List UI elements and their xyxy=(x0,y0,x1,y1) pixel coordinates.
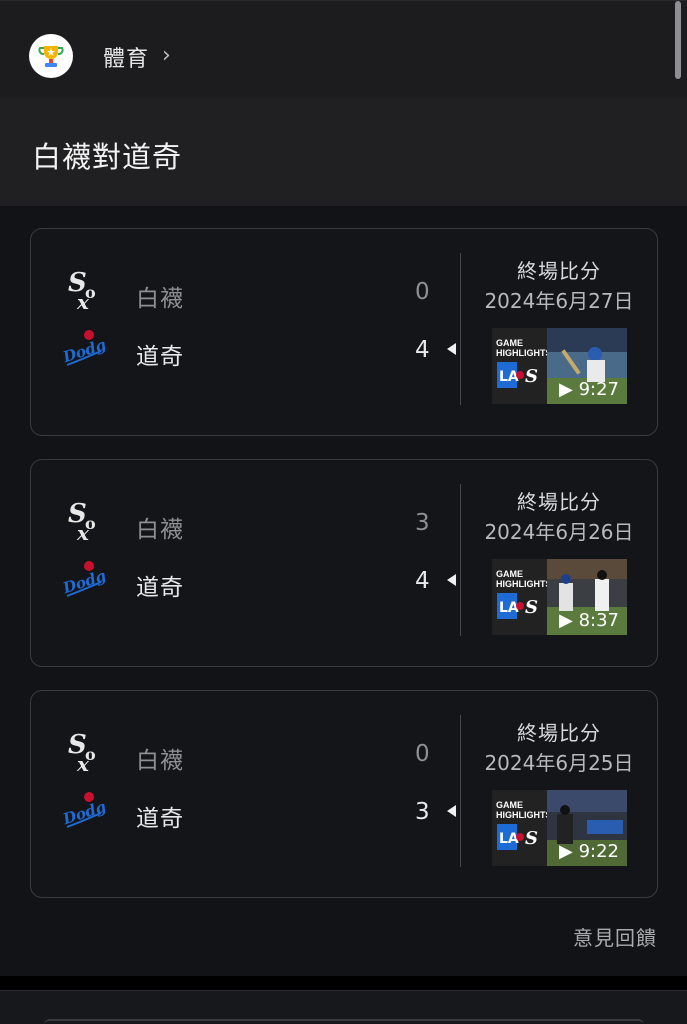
video-duration: ▶ 9:27 xyxy=(559,379,619,400)
svg-text:Dodgers: Dodgers xyxy=(61,327,105,366)
highlight-video-thumbnail[interactable]: GAME HIGHLIGHTS LA S ▶ 8:37 xyxy=(492,559,627,635)
matchup-logos-icon: LA S xyxy=(497,824,538,850)
white-sox-logo: S x o xyxy=(68,730,96,775)
svg-text:LA: LA xyxy=(499,369,519,385)
home-team-score: 3 xyxy=(415,799,430,825)
section-separator xyxy=(0,976,687,990)
away-team-score: 0 xyxy=(415,741,430,767)
away-team-score: 3 xyxy=(415,510,430,536)
white-sox-logo: S x o xyxy=(68,268,96,313)
svg-text:S: S xyxy=(525,828,538,849)
next-card-outline xyxy=(44,1019,644,1024)
game-date: 2024年6月26日 xyxy=(484,520,634,544)
highlight-label: GAME HIGHLIGHTS xyxy=(496,338,552,358)
game-date: 2024年6月27日 xyxy=(484,289,634,313)
svg-text:Dodgers: Dodgers xyxy=(61,789,105,828)
highlight-label: GAME HIGHLIGHTS xyxy=(496,569,552,589)
game-status: 終場比分 xyxy=(517,721,601,745)
away-team-score: 0 xyxy=(415,279,430,305)
highlight-video-thumbnail[interactable]: GAME HIGHLIGHTS LA S ▶ 9:27 xyxy=(492,328,627,404)
game-status: 終場比分 xyxy=(517,490,601,514)
game-card[interactable]: S x o 白襪 0 Dodgers 道奇 4 終場比分 2024年6月27日 … xyxy=(30,228,658,436)
dodgers-logo: Dodgers xyxy=(61,789,105,828)
svg-text:S: S xyxy=(525,597,538,618)
chevron-right-icon[interactable]: › xyxy=(162,43,171,68)
game-card[interactable]: S x o 白襪 3 Dodgers 道奇 4 終場比分 2024年6月26日 … xyxy=(30,459,658,667)
feedback-link[interactable]: 意見回饋 xyxy=(573,922,657,951)
svg-text:o: o xyxy=(85,514,96,533)
trophy-icon xyxy=(29,34,73,78)
svg-text:LA: LA xyxy=(499,831,519,847)
matchup-logos-icon: LA S xyxy=(497,593,538,619)
highlight-label: GAME HIGHLIGHTS xyxy=(496,800,552,820)
game-card[interactable]: S x o 白襪 0 Dodgers 道奇 3 終場比分 2024年6月25日 … xyxy=(30,690,658,898)
white-sox-logo: S x o xyxy=(68,499,96,544)
home-team-name: 道奇 xyxy=(136,344,184,370)
category-link[interactable]: 體育 xyxy=(103,41,149,73)
dodgers-logo: Dodgers xyxy=(61,558,105,597)
winner-marker-icon xyxy=(447,805,456,817)
sports-results-screen: 體育 › 白襪對道奇 S x o 白襪 0 Dodgers 道奇 4 終場比分 … xyxy=(0,0,687,1024)
svg-text:LA: LA xyxy=(499,600,519,616)
home-team-score: 4 xyxy=(415,337,430,363)
title-bar: 白襪對道奇 xyxy=(0,98,687,206)
away-team-name: 白襪 xyxy=(136,517,184,543)
matchup-logos-icon: LA S xyxy=(497,362,538,388)
highlight-video-thumbnail[interactable]: GAME HIGHLIGHTS LA S ▶ 9:22 xyxy=(492,790,627,866)
category-header: 體育 › xyxy=(0,0,687,99)
video-duration: ▶ 8:37 xyxy=(559,610,619,631)
game-status: 終場比分 xyxy=(517,259,601,283)
away-team-name: 白襪 xyxy=(136,748,184,774)
home-team-name: 道奇 xyxy=(136,806,184,832)
winner-marker-icon xyxy=(447,343,456,355)
video-duration: ▶ 9:22 xyxy=(559,841,619,862)
dodgers-logo: Dodgers xyxy=(61,327,105,366)
away-team-name: 白襪 xyxy=(136,286,184,312)
next-card-peek xyxy=(0,990,687,1024)
svg-text:o: o xyxy=(85,283,96,302)
home-team-name: 道奇 xyxy=(136,575,184,601)
svg-text:Dodgers: Dodgers xyxy=(61,558,105,597)
svg-text:o: o xyxy=(85,745,96,764)
svg-text:S: S xyxy=(525,366,538,387)
home-team-score: 4 xyxy=(415,568,430,594)
matchup-title: 白襪對道奇 xyxy=(32,140,183,174)
winner-marker-icon xyxy=(447,574,456,586)
scroll-indicator[interactable] xyxy=(675,1,681,79)
game-date: 2024年6月25日 xyxy=(484,751,634,775)
